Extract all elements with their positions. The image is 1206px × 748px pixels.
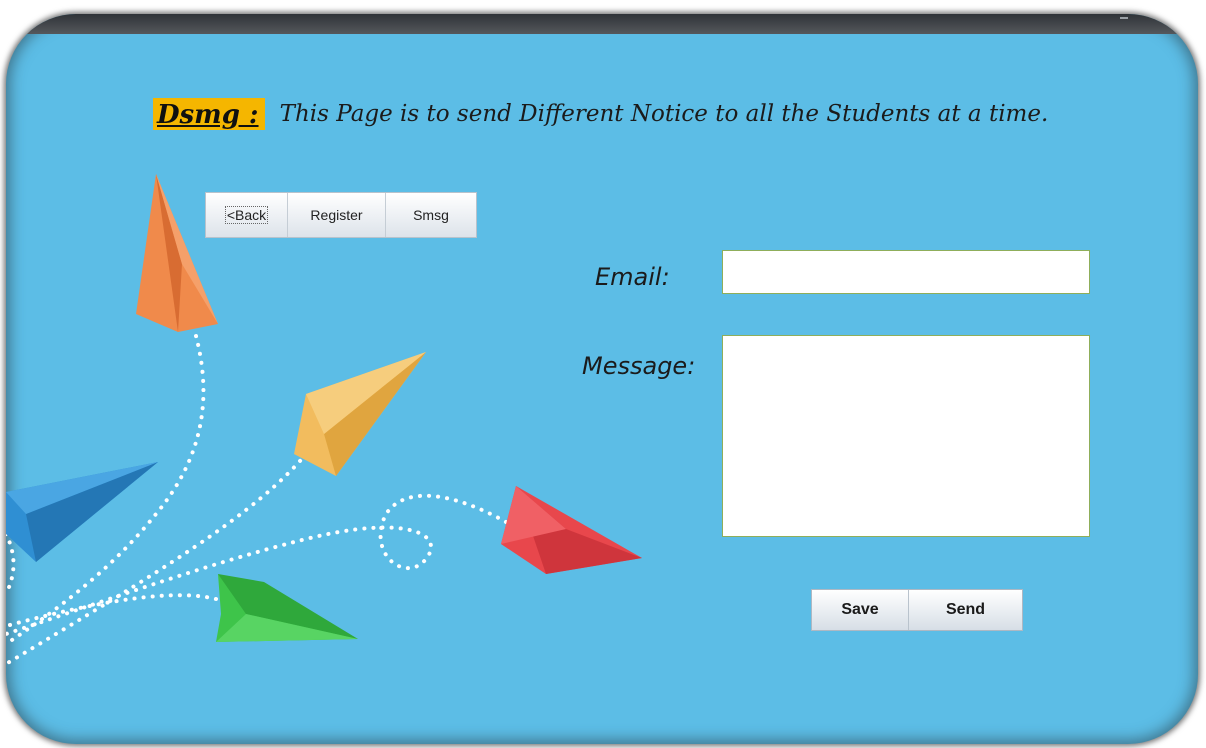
app-window: Dsmg : This Page is to send Different No… — [6, 14, 1198, 744]
red-paper-plane — [501, 486, 642, 574]
register-button[interactable]: Register — [288, 193, 386, 237]
message-label: Message: — [582, 352, 696, 380]
save-button[interactable]: Save — [812, 590, 909, 630]
smsg-button[interactable]: Smsg — [386, 193, 476, 237]
green-paper-plane — [216, 574, 358, 642]
email-input[interactable] — [722, 250, 1090, 294]
message-textarea[interactable] — [722, 335, 1090, 537]
yellow-paper-plane — [294, 352, 426, 476]
back-button[interactable]: <Back — [206, 193, 288, 237]
action-buttons: Save Send — [811, 589, 1023, 631]
page-description: This Page is to send Different Notice to… — [279, 101, 1049, 127]
blue-paper-plane — [6, 462, 158, 562]
send-button[interactable]: Send — [909, 590, 1022, 630]
back-button-label: <Back — [224, 206, 269, 224]
dsmg-tag: Dsmg : — [153, 98, 265, 130]
email-label: Email: — [595, 263, 670, 291]
nav-toolbar: <Back Register Smsg — [205, 192, 477, 238]
page-heading: Dsmg : This Page is to send Different No… — [153, 98, 1048, 130]
